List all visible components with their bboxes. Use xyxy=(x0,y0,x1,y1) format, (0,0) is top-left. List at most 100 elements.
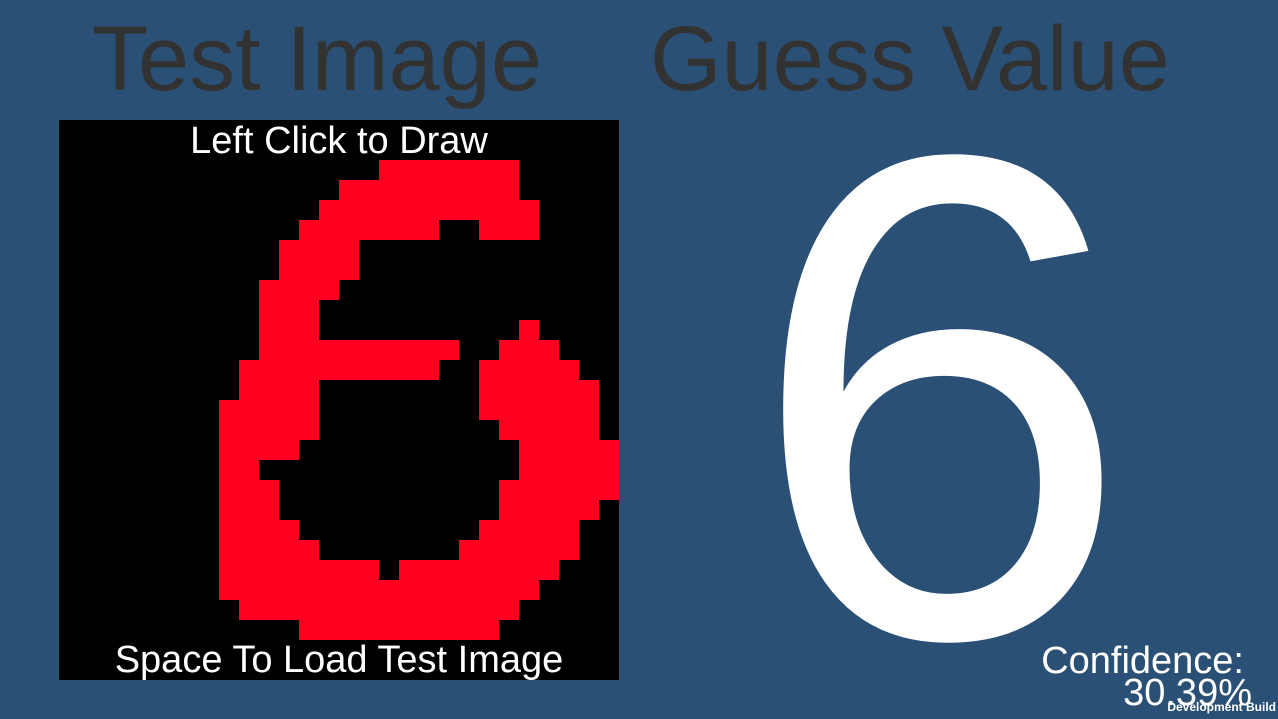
digit-pixel-grid xyxy=(59,120,619,680)
drawn-pixel xyxy=(299,560,319,580)
drawn-pixel xyxy=(499,540,519,560)
drawn-pixel xyxy=(239,560,259,580)
drawn-pixel xyxy=(419,180,439,200)
drawn-pixel xyxy=(519,420,539,440)
drawn-pixel xyxy=(359,220,379,240)
drawn-pixel xyxy=(259,560,279,580)
drawn-pixel xyxy=(299,360,319,380)
drawn-pixel xyxy=(239,380,259,400)
drawn-pixel xyxy=(499,420,519,440)
drawn-pixel xyxy=(239,400,259,420)
drawn-pixel xyxy=(559,480,579,500)
drawn-pixel xyxy=(539,360,559,380)
drawn-pixel xyxy=(559,360,579,380)
drawn-pixel xyxy=(539,340,559,360)
drawn-pixel xyxy=(339,180,359,200)
drawn-pixel xyxy=(459,160,479,180)
drawn-pixel xyxy=(559,520,579,540)
drawn-pixel xyxy=(279,320,299,340)
drawn-pixel xyxy=(259,480,279,500)
drawn-pixel xyxy=(459,580,479,600)
drawn-pixel xyxy=(579,500,599,520)
drawn-pixel xyxy=(239,420,259,440)
drawn-pixel xyxy=(219,420,239,440)
drawn-pixel xyxy=(539,520,559,540)
drawn-pixel xyxy=(519,560,539,580)
drawn-pixel xyxy=(499,160,519,180)
drawn-pixel xyxy=(219,520,239,540)
drawn-pixel xyxy=(359,620,379,640)
drawn-pixel xyxy=(419,600,439,620)
drawn-pixel xyxy=(379,600,399,620)
test-image-title: Test Image xyxy=(92,8,542,110)
drawn-pixel xyxy=(439,620,459,640)
drawn-pixel xyxy=(499,480,519,500)
drawn-pixel xyxy=(339,260,359,280)
drawn-pixel xyxy=(279,360,299,380)
drawn-pixel xyxy=(299,340,319,360)
drawn-pixel xyxy=(499,400,519,420)
drawn-pixel xyxy=(259,360,279,380)
drawn-pixel xyxy=(419,580,439,600)
drawn-pixel xyxy=(239,540,259,560)
drawn-pixel xyxy=(359,560,379,580)
drawn-pixel xyxy=(599,460,619,480)
drawn-pixel xyxy=(279,400,299,420)
drawn-pixel xyxy=(239,460,259,480)
drawn-pixel xyxy=(239,500,259,520)
drawn-pixel xyxy=(399,600,419,620)
drawn-pixel xyxy=(359,360,379,380)
drawn-pixel xyxy=(499,600,519,620)
drawn-pixel xyxy=(339,240,359,260)
drawn-pixel xyxy=(559,460,579,480)
drawn-pixel xyxy=(579,420,599,440)
drawn-pixel xyxy=(359,180,379,200)
drawn-pixel xyxy=(479,180,499,200)
drawn-pixel xyxy=(579,400,599,420)
drawn-pixel xyxy=(319,240,339,260)
drawn-pixel xyxy=(399,580,419,600)
drawn-pixel xyxy=(519,440,539,460)
drawn-pixel xyxy=(299,420,319,440)
drawn-pixel xyxy=(519,400,539,420)
drawn-pixel xyxy=(539,400,559,420)
drawn-pixel xyxy=(259,280,279,300)
drawn-pixel xyxy=(239,440,259,460)
drawn-pixel xyxy=(599,480,619,500)
drawn-pixel xyxy=(299,380,319,400)
drawing-canvas[interactable]: Left Click to Draw Space To Load Test Im… xyxy=(59,120,619,680)
drawn-pixel xyxy=(319,280,339,300)
drawn-pixel xyxy=(279,300,299,320)
drawn-pixel xyxy=(219,460,239,480)
drawn-pixel xyxy=(319,360,339,380)
drawn-pixel xyxy=(479,380,499,400)
drawn-pixel xyxy=(479,200,499,220)
development-build-label: Development Build xyxy=(1167,700,1276,714)
drawn-pixel xyxy=(459,620,479,640)
drawn-pixel xyxy=(439,580,459,600)
drawn-pixel xyxy=(339,620,359,640)
drawn-pixel xyxy=(279,440,299,460)
drawn-pixel xyxy=(299,620,319,640)
drawn-pixel xyxy=(559,540,579,560)
drawn-pixel xyxy=(459,180,479,200)
drawn-pixel xyxy=(579,440,599,460)
drawn-pixel xyxy=(319,580,339,600)
drawn-pixel xyxy=(239,520,259,540)
drawn-pixel xyxy=(239,580,259,600)
drawn-pixel xyxy=(499,580,519,600)
drawn-pixel xyxy=(279,340,299,360)
drawn-pixel xyxy=(399,560,419,580)
drawn-pixel xyxy=(239,600,259,620)
drawn-pixel xyxy=(259,420,279,440)
drawn-pixel xyxy=(359,580,379,600)
drawn-pixel xyxy=(279,260,299,280)
drawn-pixel xyxy=(599,440,619,460)
drawn-pixel xyxy=(579,480,599,500)
drawn-pixel xyxy=(259,500,279,520)
drawn-pixel xyxy=(379,360,399,380)
drawn-pixel xyxy=(499,340,519,360)
drawn-pixel xyxy=(539,380,559,400)
drawn-pixel xyxy=(539,500,559,520)
drawn-pixel xyxy=(519,220,539,240)
